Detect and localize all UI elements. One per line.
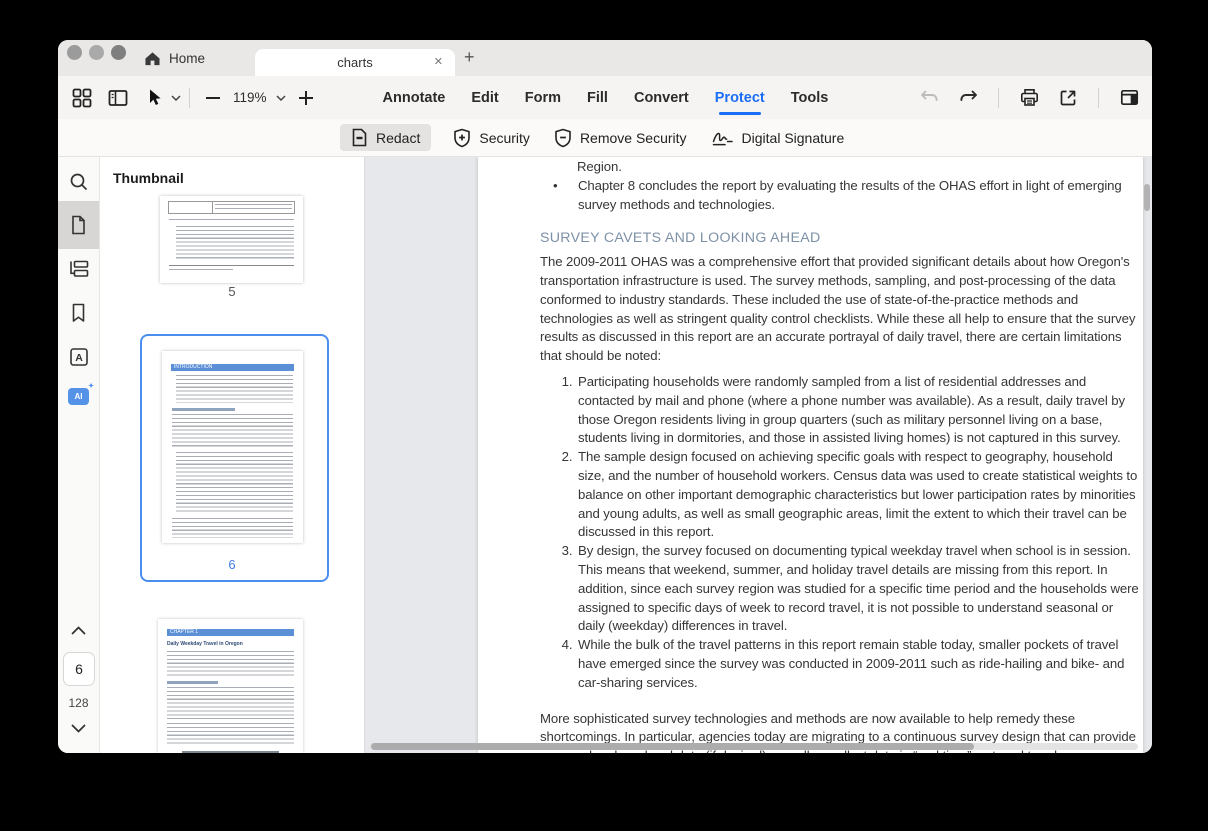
zoom-window-button[interactable]	[111, 45, 126, 60]
page-text: Region. • Chapter 8 concludes the report…	[540, 158, 1139, 753]
new-tab-button[interactable]: +	[464, 47, 475, 68]
reading-layout-icon[interactable]	[1118, 87, 1140, 109]
remove-security-button[interactable]: Remove Security	[552, 124, 689, 152]
redact-label: Redact	[376, 130, 420, 146]
main-toolbar: 119% Annotate Edit Form Fill Convert Pro…	[58, 76, 1152, 119]
current-page-input[interactable]: 6	[63, 652, 95, 686]
annotations-panel-toggle[interactable]: A	[58, 347, 99, 367]
close-window-button[interactable]	[67, 45, 82, 60]
thumbnail-panel-toggle[interactable]	[58, 201, 99, 249]
home-icon	[144, 51, 161, 66]
outline-panel-toggle[interactable]	[58, 260, 99, 278]
menu-edit[interactable]: Edit	[471, 76, 498, 119]
menu-protect[interactable]: Protect	[715, 76, 765, 119]
bookmark-panel-toggle[interactable]	[58, 303, 99, 323]
bullet-glyph: •	[540, 177, 578, 215]
doc-numbered-list: Participating households were randomly s…	[540, 373, 1139, 693]
redo-icon[interactable]	[957, 87, 979, 109]
doc-list-item-4: While the bulk of the travel patterns in…	[576, 636, 1139, 692]
zoom-level[interactable]: 119%	[233, 90, 267, 105]
thumb6-header: INTRODUCTION	[171, 364, 294, 371]
app-window: Home charts ✕ +	[58, 40, 1152, 753]
menu-annotate[interactable]: Annotate	[383, 76, 446, 119]
divider	[998, 88, 999, 108]
zoom-out-button[interactable]	[202, 87, 224, 109]
thumb7-header: CHAPTER 1	[167, 629, 294, 636]
svg-text:A: A	[75, 352, 83, 364]
thumbnail-page-7[interactable]: CHAPTER 1 Daily Weekday Travel in Oregon	[158, 619, 303, 753]
horizontal-scrollbar-track[interactable]	[369, 743, 1138, 750]
shield-minus-icon	[554, 128, 572, 148]
zoom-in-button[interactable]	[295, 87, 317, 109]
export-icon[interactable]	[1057, 87, 1079, 109]
doc-bullet-text: Chapter 8 concludes the report by evalua…	[578, 177, 1139, 215]
security-button[interactable]: Security	[451, 124, 532, 152]
digital-signature-label: Digital Signature	[742, 130, 845, 146]
divider	[1098, 88, 1099, 108]
doc-section-heading: SURVEY CAVETS AND LOOKING AHEAD	[540, 229, 1139, 248]
grid-view-icon[interactable]	[71, 87, 93, 109]
doc-list-item-1: Participating households were randomly s…	[576, 373, 1139, 448]
minimize-window-button[interactable]	[89, 45, 104, 60]
thumb7-subtitle: Daily Weekday Travel in Oregon	[167, 641, 294, 647]
doc-line-region: Region.	[577, 158, 1139, 177]
vertical-scrollbar[interactable]	[1144, 184, 1150, 211]
doc-list-item-3: By design, the survey focused on documen…	[576, 542, 1139, 636]
tab-document-charts[interactable]: charts ✕	[255, 49, 455, 76]
left-icon-strip: A AI 6 128	[58, 157, 100, 753]
select-tool[interactable]	[143, 87, 181, 109]
menu-form[interactable]: Form	[525, 76, 561, 119]
divider	[189, 88, 190, 108]
page-icon	[70, 215, 87, 235]
menu-convert[interactable]: Convert	[634, 76, 689, 119]
thumbnail-page-6-label: 6	[100, 557, 364, 572]
tab-bar: Home charts ✕ +	[58, 40, 1152, 76]
bookmark-icon	[71, 303, 86, 323]
undo-icon[interactable]	[918, 87, 940, 109]
tab-document-label: charts	[337, 55, 372, 70]
protect-ribbon: Redact Security Remove Security	[58, 119, 1152, 157]
total-pages-label: 128	[58, 696, 99, 710]
digital-signature-button[interactable]: Digital Signature	[709, 125, 847, 151]
previous-page-button[interactable]	[58, 626, 99, 635]
outline-icon	[68, 260, 89, 278]
horizontal-scrollbar-thumb[interactable]	[371, 743, 974, 750]
signature-icon	[711, 129, 734, 147]
search-icon[interactable]	[58, 172, 99, 192]
close-tab-icon[interactable]: ✕	[434, 55, 443, 69]
document-page: Region. • Chapter 8 concludes the report…	[478, 157, 1143, 753]
chevron-down-icon	[171, 95, 181, 101]
letter-a-icon: A	[69, 347, 89, 367]
menu-bar: Annotate Edit Form Fill Convert Protect …	[383, 76, 829, 119]
thumbnail-panel: Thumbnail 5 INTRODUCTION	[100, 157, 365, 753]
tab-home-label: Home	[169, 51, 205, 66]
next-page-button[interactable]	[58, 724, 99, 733]
thumbnail-page-5[interactable]	[160, 196, 303, 283]
doc-list-item-2: The sample design focused on achieving s…	[576, 448, 1139, 542]
print-icon[interactable]	[1018, 87, 1040, 109]
thumbnail-page-6[interactable]: INTRODUCTION	[162, 351, 303, 543]
doc-bullet-item: • Chapter 8 concludes the report by eval…	[540, 177, 1139, 215]
redact-button[interactable]: Redact	[340, 124, 431, 151]
menu-tools[interactable]: Tools	[791, 76, 829, 119]
shield-plus-icon	[453, 128, 471, 148]
thumbnail-page-5-label: 5	[100, 284, 364, 299]
zoom-dropdown-chevron-icon[interactable]	[276, 95, 286, 101]
sidebar-panel-icon[interactable]	[107, 87, 129, 109]
security-label: Security	[479, 130, 530, 146]
cursor-icon	[143, 87, 165, 109]
doc-paragraph-1: The 2009-2011 OHAS was a comprehensive e…	[540, 253, 1139, 366]
redact-icon	[351, 128, 368, 147]
thumbnail-panel-title: Thumbnail	[113, 170, 184, 186]
tab-home[interactable]: Home	[144, 40, 205, 76]
menu-fill[interactable]: Fill	[587, 76, 608, 119]
ai-icon: AI	[68, 388, 89, 405]
document-view[interactable]: Region. • Chapter 8 concludes the report…	[365, 157, 1152, 753]
remove-security-label: Remove Security	[580, 130, 687, 146]
ai-assistant-button[interactable]: AI	[58, 388, 99, 405]
traffic-lights	[67, 45, 126, 60]
